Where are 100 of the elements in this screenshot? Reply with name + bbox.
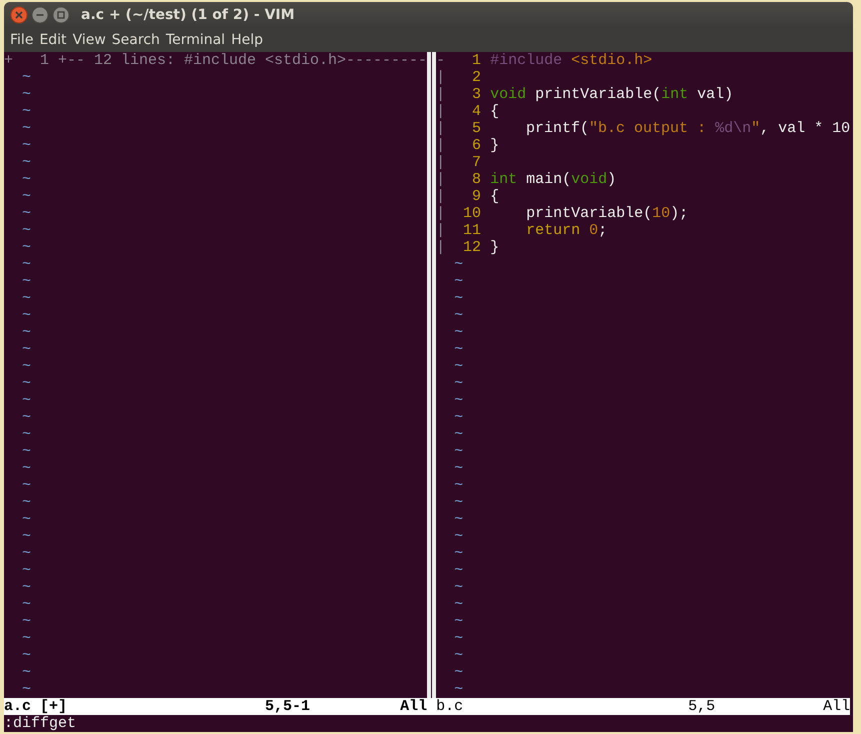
- code-line: }: [490, 137, 500, 154]
- code-line: printf("b.c output : %d\n", val * 10: [525, 120, 850, 137]
- empty-line-tilde: ~: [22, 630, 32, 647]
- minimize-icon[interactable]: [31, 6, 49, 24]
- fold-marker: |: [436, 222, 446, 239]
- empty-line-tilde: ~: [22, 307, 32, 324]
- code-line: return 0;: [525, 222, 608, 239]
- line-number: 12: [462, 239, 482, 256]
- empty-line-tilde: ~: [454, 494, 464, 511]
- file-name: b.c: [436, 698, 464, 715]
- empty-line-tilde: ~: [454, 647, 464, 664]
- empty-line-tilde: ~: [454, 630, 464, 647]
- line-number: 3: [471, 86, 482, 103]
- menu-item[interactable]: View: [70, 32, 109, 48]
- fold-marker: |: [436, 103, 446, 120]
- file-name: a.c [+]: [4, 698, 68, 715]
- menu-item[interactable]: Terminal: [162, 32, 228, 48]
- empty-line-tilde: ~: [22, 273, 32, 290]
- empty-line-tilde: ~: [454, 443, 464, 460]
- fold-marker: |: [436, 154, 446, 171]
- command-line[interactable]: :diffget: [4, 715, 76, 732]
- empty-line-tilde: ~: [454, 273, 464, 290]
- empty-line-tilde: ~: [454, 511, 464, 528]
- empty-line-tilde: ~: [454, 290, 464, 307]
- fold-marker: |: [436, 239, 446, 256]
- empty-line-tilde: ~: [22, 562, 32, 579]
- empty-line-tilde: ~: [454, 358, 464, 375]
- line-number: 9: [471, 188, 482, 205]
- empty-line-tilde: ~: [22, 375, 32, 392]
- line-number: 11: [462, 222, 482, 239]
- code-line: printVariable(10);: [525, 205, 688, 222]
- empty-line-tilde: ~: [22, 664, 32, 681]
- empty-line-tilde: ~: [22, 392, 32, 409]
- line-number: 2: [471, 69, 482, 86]
- menu-item[interactable]: Search: [108, 32, 163, 48]
- empty-line-tilde: ~: [454, 409, 464, 426]
- empty-line-tilde: ~: [454, 426, 464, 443]
- folded-lines[interactable]: +-- 12 lines: #include <stdio.h>---------: [58, 52, 428, 69]
- empty-line-tilde: ~: [22, 103, 32, 120]
- code-line: void printVariable(int val): [490, 86, 734, 103]
- empty-line-tilde: ~: [22, 477, 32, 494]
- menu-item[interactable]: File: [7, 32, 36, 48]
- empty-line-tilde: ~: [22, 290, 32, 307]
- code-line: int main(void): [490, 171, 616, 188]
- empty-line-tilde: ~: [22, 681, 32, 698]
- empty-line-tilde: ~: [22, 188, 32, 205]
- code-line: {: [490, 103, 500, 120]
- empty-line-tilde: ~: [22, 120, 32, 137]
- empty-line-tilde: ~: [454, 375, 464, 392]
- empty-line-tilde: ~: [22, 443, 32, 460]
- empty-line-tilde: ~: [22, 341, 32, 358]
- empty-line-tilde: ~: [22, 137, 32, 154]
- empty-line-tilde: ~: [22, 426, 32, 443]
- cursor-position: 5,5: [688, 698, 716, 715]
- menu-item[interactable]: Help: [228, 32, 266, 48]
- empty-line-tilde: ~: [454, 460, 464, 477]
- fold-marker: |: [436, 137, 446, 154]
- fold-marker: |: [436, 205, 446, 222]
- empty-line-tilde: ~: [22, 494, 32, 511]
- empty-line-tilde: ~: [22, 596, 32, 613]
- empty-line-tilde: ~: [22, 545, 32, 562]
- empty-line-tilde: ~: [454, 681, 464, 698]
- empty-line-tilde: ~: [454, 477, 464, 494]
- line-number: 6: [471, 137, 482, 154]
- menu-item[interactable]: Edit: [36, 32, 70, 48]
- maximize-icon[interactable]: [52, 6, 70, 24]
- line-number: 10: [462, 205, 482, 222]
- window-title: a.c + (~/test) (1 of 2) - VIM: [81, 7, 295, 23]
- line-number: 1: [471, 52, 482, 69]
- empty-line-tilde: ~: [22, 256, 32, 273]
- code-line: {: [490, 188, 500, 205]
- close-icon[interactable]: [10, 6, 28, 24]
- empty-line-tilde: ~: [22, 205, 32, 222]
- empty-line-tilde: ~: [22, 647, 32, 664]
- fold-marker: -: [436, 52, 446, 69]
- empty-line-tilde: ~: [454, 613, 464, 630]
- empty-line-tilde: ~: [22, 409, 32, 426]
- empty-line-tilde: ~: [454, 562, 464, 579]
- scroll-position: All: [823, 698, 850, 715]
- fold-marker: |: [436, 171, 446, 188]
- fold-marker: +: [4, 52, 13, 69]
- empty-line-tilde: ~: [22, 171, 32, 188]
- empty-line-tilde: ~: [454, 324, 464, 341]
- empty-line-tilde: ~: [22, 511, 32, 528]
- empty-line-tilde: ~: [22, 324, 32, 341]
- empty-line-tilde: ~: [22, 86, 32, 103]
- empty-line-tilde: ~: [22, 460, 32, 477]
- empty-line-tilde: ~: [22, 358, 32, 375]
- empty-line-tilde: ~: [22, 528, 32, 545]
- cursor-position: 5,5-1: [265, 698, 312, 715]
- empty-line-tilde: ~: [454, 596, 464, 613]
- fold-marker: |: [436, 188, 446, 205]
- empty-line-tilde: ~: [22, 222, 32, 239]
- empty-line-tilde: ~: [22, 613, 32, 630]
- empty-line-tilde: ~: [454, 528, 464, 545]
- empty-line-tilde: ~: [454, 256, 464, 273]
- line-number: 8: [471, 171, 482, 188]
- fold-marker: |: [436, 120, 446, 137]
- line-number: 7: [471, 154, 482, 171]
- line-number: 1: [38, 52, 49, 69]
